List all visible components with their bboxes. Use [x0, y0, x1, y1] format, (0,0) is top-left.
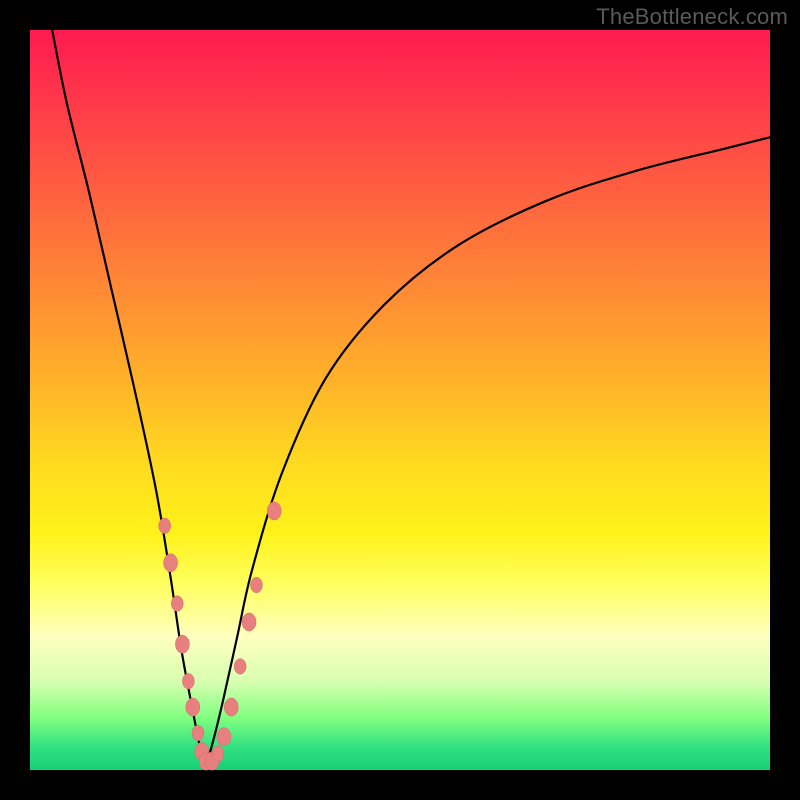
bead [186, 698, 200, 716]
bottleneck-curve [52, 30, 770, 764]
bead [192, 725, 204, 741]
bead [159, 518, 171, 534]
bead [267, 502, 281, 520]
bead [234, 659, 246, 675]
bead [182, 673, 194, 689]
bead [242, 613, 256, 631]
curve-beads [159, 502, 282, 770]
bead [175, 635, 189, 653]
bottleneck-curve-svg [30, 30, 770, 770]
bead [212, 746, 224, 762]
chart-frame: TheBottleneck.com [0, 0, 800, 800]
bead [171, 596, 183, 612]
watermark-text: TheBottleneck.com [596, 4, 788, 30]
plot-area [30, 30, 770, 770]
bead [217, 728, 231, 746]
bead [224, 698, 238, 716]
bead [164, 554, 178, 572]
bead [250, 577, 262, 593]
